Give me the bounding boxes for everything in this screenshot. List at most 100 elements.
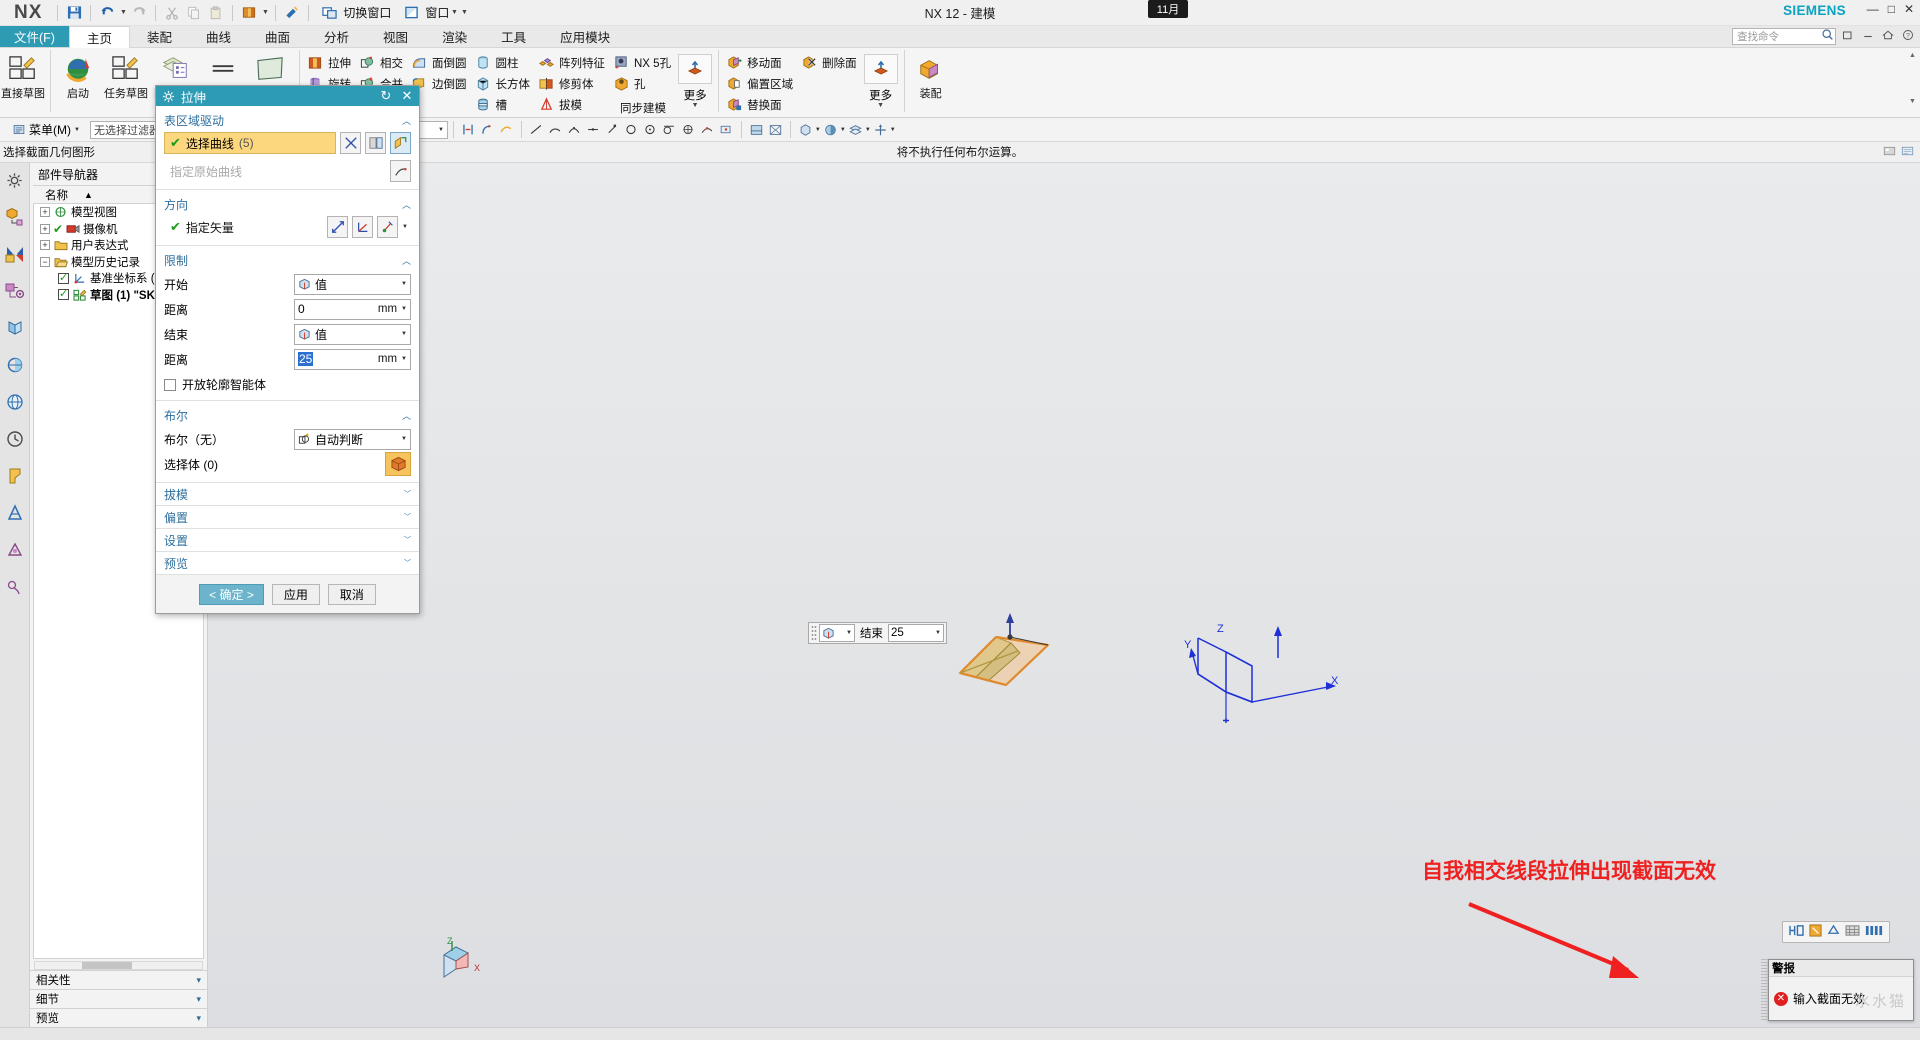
ribbon-item-delete-face[interactable]: 删除面 <box>798 53 862 72</box>
ribbon-item-cylinder[interactable]: 圆柱 <box>472 53 536 72</box>
chevron-down-icon[interactable]: ﹀ <box>404 558 411 568</box>
navigator-section-details[interactable]: 细节 ▾ <box>30 989 207 1008</box>
web-browser-icon[interactable] <box>3 390 27 414</box>
select-curve-field[interactable]: ✔ 选择曲线 (5) <box>164 132 336 154</box>
ribbon-item-replace-face[interactable]: 替换面 <box>723 95 798 114</box>
vector-constructor-icon[interactable] <box>352 216 373 238</box>
open-profile-checkbox[interactable] <box>164 378 176 391</box>
chevron-down-icon[interactable]: ▼ <box>890 127 896 133</box>
ribbon-item-groove[interactable]: 槽 <box>472 95 536 114</box>
cut-icon[interactable] <box>161 3 183 23</box>
book-icon[interactable] <box>238 3 260 23</box>
ribbon-tab-render[interactable]: 渲染 <box>425 26 484 47</box>
expander-icon[interactable]: + <box>40 207 50 218</box>
minimize-button[interactable]: — <box>1867 2 1879 16</box>
navigator-horizontal-scrollbar[interactable] <box>34 961 203 970</box>
chevron-up-icon[interactable]: ︿ <box>402 114 411 127</box>
follow-fillet-icon[interactable] <box>478 120 497 139</box>
process-studio-icon[interactable] <box>3 464 27 488</box>
ribbon-tab-surface[interactable]: 曲面 <box>248 26 307 47</box>
window-restore-icon[interactable] <box>1842 29 1854 44</box>
chevron-up-icon[interactable]: ︿ <box>402 254 411 267</box>
chevron-up-icon[interactable]: ︿ <box>402 198 411 211</box>
midpoint-icon[interactable] <box>584 120 603 139</box>
ribbon-tab-application[interactable]: 应用模块 <box>543 26 627 47</box>
curve-chain-icon[interactable] <box>497 120 516 139</box>
chevron-down-icon[interactable]: ▼ <box>846 630 852 636</box>
chevron-down-icon[interactable]: ▼ <box>401 331 407 337</box>
system-scene-icon[interactable] <box>3 538 27 562</box>
apply-button[interactable]: 应用 <box>271 583 320 605</box>
section-header-row[interactable]: 限制 ︿ <box>164 250 411 270</box>
tangent-icon[interactable] <box>660 120 679 139</box>
brush-icon[interactable] <box>281 3 303 23</box>
history-icon[interactable] <box>3 427 27 451</box>
vector-dialog-icon[interactable] <box>377 216 398 238</box>
constraint-navigator-icon[interactable] <box>3 242 27 266</box>
chevron-down-icon[interactable]: ﹀ <box>404 535 411 545</box>
specify-origin-field[interactable]: 指定原始曲线 <box>164 160 386 182</box>
chevron-down-icon[interactable]: ▼ <box>401 356 407 362</box>
chevron-down-icon[interactable]: ▼ <box>877 102 884 109</box>
point-on-curve-icon[interactable] <box>698 120 717 139</box>
ok-button[interactable]: < 确定 > <box>199 583 264 605</box>
part-navigator-icon[interactable] <box>3 279 27 303</box>
ribbon-tab-home[interactable]: 主页 <box>68 26 130 48</box>
drag-grip-icon[interactable] <box>811 625 817 641</box>
render-style-icon[interactable] <box>1789 924 1804 940</box>
dialog-section-preview[interactable]: 预览 ﹀ <box>156 552 419 575</box>
close-icon[interactable]: ✕ <box>399 88 415 104</box>
home-icon[interactable] <box>1882 29 1894 44</box>
limit-start-distance-input[interactable]: 0 mm ▼ <box>294 298 411 320</box>
limit-start-combo[interactable]: 值 ▼ <box>294 273 411 295</box>
ribbon-tab-assembly[interactable]: 装配 <box>130 26 189 47</box>
ribbon-item-intersect[interactable]: 相交 <box>356 53 408 72</box>
stop-at-intersection-icon[interactable] <box>459 120 478 139</box>
alert-dialog[interactable]: 警报 ✕ 输入截面无效 <box>1768 959 1914 1021</box>
grid-icon[interactable] <box>1845 924 1860 940</box>
chevron-down-icon[interactable]: ▼ <box>402 224 411 230</box>
body-select-icon[interactable] <box>385 452 411 476</box>
window-dropdown-caret-icon[interactable]: ▼ <box>449 3 459 23</box>
chevron-down-icon[interactable]: ▼ <box>401 436 407 442</box>
ribbon-button-direct-sketch[interactable]: 直接草图 <box>0 48 46 114</box>
chevron-up-icon[interactable]: ︿ <box>402 409 411 422</box>
ribbon-item-hole[interactable]: 孔 <box>610 74 676 93</box>
assembly-navigator-icon[interactable] <box>3 205 27 229</box>
save-icon[interactable] <box>63 3 85 23</box>
alert-resize-grip[interactable] <box>1761 959 1768 1021</box>
ribbon-item-draft[interactable]: 拔模 <box>535 95 610 114</box>
book-dropdown-caret-icon[interactable]: ▼ <box>260 3 270 23</box>
reuse-library-icon[interactable] <box>3 316 27 340</box>
reset-icon[interactable]: ↻ <box>378 88 394 104</box>
layer-visible-icon[interactable] <box>846 120 865 139</box>
paste-icon[interactable] <box>205 3 227 23</box>
chevron-down-icon[interactable]: ▼ <box>74 127 80 133</box>
ribbon-item-move-face[interactable]: 移动面 <box>723 53 798 72</box>
maximize-button[interactable]: □ <box>1888 2 1895 16</box>
chevron-down-icon[interactable]: ﹀ <box>404 512 411 522</box>
inline-value-entry[interactable]: ▼ 结束 25 ▼ <box>808 622 947 644</box>
chevron-down-icon[interactable]: ▼ <box>401 281 407 287</box>
ribbon-button-assembly[interactable]: 装配 <box>909 48 953 114</box>
scrollbar-thumb[interactable] <box>81 962 132 969</box>
arc-icon[interactable] <box>546 120 565 139</box>
chevron-down-icon[interactable]: ▾ <box>196 975 201 986</box>
orient-view-icon[interactable] <box>796 120 815 139</box>
limit-end-combo[interactable]: 值 ▼ <box>294 323 411 345</box>
ribbon-item-face-blend[interactable]: 面倒圆 <box>408 53 472 72</box>
ribbon-item-offset-region[interactable]: 偏置区域 <box>723 74 798 93</box>
capture-icon[interactable] <box>1883 145 1896 160</box>
arc-3point-icon[interactable] <box>565 120 584 139</box>
check-green-icon[interactable]: ✔ <box>53 222 63 236</box>
navigator-section-preview[interactable]: 预览 ▾ <box>30 1008 207 1027</box>
section-icon[interactable] <box>1827 924 1840 940</box>
circle-center-icon[interactable] <box>641 120 660 139</box>
dialog-section-settings[interactable]: 设置 ﹀ <box>156 529 419 552</box>
undo-dropdown-caret-icon[interactable]: ▼ <box>118 3 128 23</box>
system-materials-icon[interactable] <box>3 575 27 599</box>
quadrant-icon[interactable] <box>679 120 698 139</box>
ribbon-item-nx5-hole[interactable]: NX 5孔 <box>610 53 676 72</box>
shade-with-edges-icon[interactable] <box>747 120 766 139</box>
ribbon-tab-analysis[interactable]: 分析 <box>307 26 366 47</box>
